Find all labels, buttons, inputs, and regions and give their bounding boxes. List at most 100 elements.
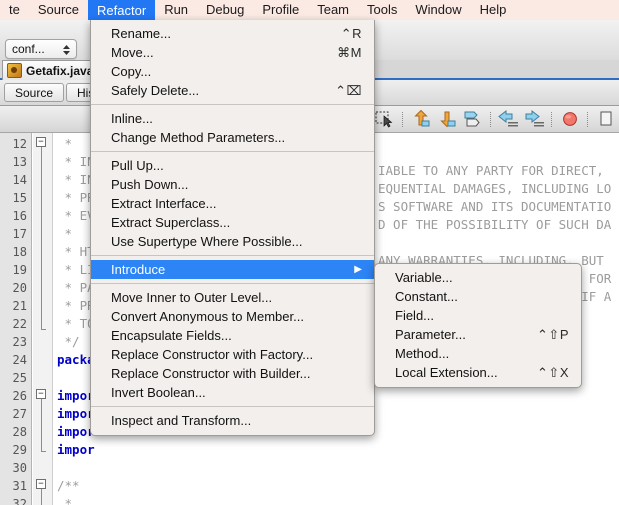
shift-down-icon[interactable] — [434, 107, 460, 131]
line-number: 17 — [12, 227, 27, 241]
code-token: impor — [57, 388, 95, 403]
tab-source[interactable]: Source — [4, 83, 65, 102]
menu-item-copy[interactable]: Copy... — [91, 62, 374, 81]
code-fold-column[interactable] — [33, 133, 53, 505]
menubar-item-window[interactable]: Window — [406, 0, 470, 20]
menubar-item-run[interactable]: Run — [155, 0, 197, 20]
menu-item-rename[interactable]: Rename... ⌃R — [91, 24, 374, 43]
menubar-item-team[interactable]: Team — [308, 0, 358, 20]
line-number: 27 — [12, 407, 27, 421]
shift-right-icon[interactable] — [521, 107, 547, 131]
menu-item-label: Invert Boolean... — [111, 385, 206, 400]
introduce-submenu[interactable]: Variable... Constant... Field... Parameter.… — [374, 263, 582, 388]
code-line: /** — [57, 477, 80, 495]
rectangular-selection-icon[interactable] — [372, 107, 398, 131]
menu-item-move[interactable]: Move... ⌘M — [91, 43, 374, 62]
code-line: * TO — [57, 315, 95, 333]
configuration-combobox[interactable]: conf... — [5, 39, 77, 59]
menu-item-label: Rename... — [111, 26, 171, 41]
line-number: 26 — [12, 389, 27, 403]
menu-item-pull-up[interactable]: Pull Up... — [91, 156, 374, 175]
toggle-comment-icon[interactable] — [460, 107, 486, 131]
toggle-breakpoint-icon[interactable] — [557, 107, 583, 131]
menubar-item-label: Run — [164, 2, 189, 17]
menu-item-replace-constructor-with-factory[interactable]: Replace Constructor with Factory... — [91, 345, 374, 364]
menu-item-change-method-parameters[interactable]: Change Method Parameters... — [91, 128, 374, 147]
line-number: 14 — [12, 173, 27, 187]
submenu-item-method[interactable]: Method... — [375, 344, 581, 363]
menu-item-shortcut: ⌃⇧X — [537, 364, 569, 380]
code-token: * — [57, 496, 73, 505]
toolbar-separator — [401, 111, 404, 127]
menu-item-label: Replace Constructor with Builder... — [111, 366, 311, 381]
menu-item-move-inner-to-outer-level[interactable]: Move Inner to Outer Level... — [91, 288, 374, 307]
menubar-item-help[interactable]: Help — [471, 0, 516, 20]
menubar-item-profile[interactable]: Profile — [253, 0, 308, 20]
configuration-stepper-icon[interactable] — [62, 43, 71, 57]
shift-up-icon[interactable] — [408, 107, 434, 131]
code-line: * PA — [57, 279, 95, 297]
code-line-right: S SOFTWARE AND ITS DOCUMENTATIO — [378, 199, 612, 214]
code-line: * EV — [57, 207, 95, 225]
code-token: * IN — [57, 154, 95, 169]
code-line: impor — [57, 423, 95, 441]
menu-item-use-supertype-where-possible[interactable]: Use Supertype Where Possible... — [91, 232, 374, 251]
menu-item-replace-constructor-with-builder[interactable]: Replace Constructor with Builder... — [91, 364, 374, 383]
submenu-item-local-extension[interactable]: Local Extension... ⌃⇧X — [375, 363, 581, 382]
bookmark-icon[interactable] — [593, 107, 619, 131]
menu-item-safely-delete[interactable]: Safely Delete... ⌃⌧ — [91, 81, 374, 100]
menubar-item-te[interactable]: te — [0, 0, 29, 20]
menu-item-invert-boolean[interactable]: Invert Boolean... — [91, 383, 374, 402]
menu-item-label: Introduce — [111, 262, 166, 277]
menu-item-encapsulate-fields[interactable]: Encapsulate Fields... — [91, 326, 374, 345]
fold-toggle-javadoc[interactable]: − — [36, 479, 46, 489]
menu-item-label: Change Method Parameters... — [111, 130, 286, 145]
menu-item-extract-superclass[interactable]: Extract Superclass... — [91, 213, 374, 232]
menu-separator — [91, 151, 374, 152]
menubar-item-debug[interactable]: Debug — [197, 0, 253, 20]
submenu-item-constant[interactable]: Constant... — [375, 287, 581, 306]
line-number: 20 — [12, 281, 27, 295]
code-token: * PR — [57, 298, 95, 313]
menubar-item-refactor[interactable]: Refactor — [88, 0, 156, 20]
fold-guide-end — [41, 329, 46, 330]
refactor-menu[interactable]: Rename... ⌃R Move... ⌘M Copy... Safely Delete… — [90, 20, 375, 436]
menu-item-shortcut: ⌘M — [337, 44, 362, 60]
menubar: te Source Refactor Run Debug Profile Team Tools… — [0, 0, 619, 20]
menu-item-inspect-and-transform[interactable]: Inspect and Transform... — [91, 411, 374, 430]
submenu-item-variable[interactable]: Variable... — [375, 268, 581, 287]
code-token: impor — [57, 424, 95, 439]
menu-item-label: Extract Interface... — [111, 196, 217, 211]
menu-item-extract-interface[interactable]: Extract Interface... — [91, 194, 374, 213]
fold-toggle-imports[interactable]: − — [36, 389, 46, 399]
menubar-item-label: Source — [37, 2, 80, 17]
toolbar-separator — [587, 111, 589, 127]
menu-item-label: Field... — [395, 308, 435, 323]
code-line: * IN — [57, 153, 95, 171]
menubar-item-label: Profile — [262, 2, 300, 17]
menu-item-label: Copy... — [111, 64, 152, 79]
shift-left-icon[interactable] — [496, 107, 522, 131]
submenu-item-field[interactable]: Field... — [375, 306, 581, 325]
code-token: /** — [57, 478, 80, 493]
menu-item-convert-anonymous-to-member[interactable]: Convert Anonymous to Member... — [91, 307, 374, 326]
menu-item-push-down[interactable]: Push Down... — [91, 175, 374, 194]
menu-item-label: Encapsulate Fields... — [111, 328, 232, 343]
code-token: * PA — [57, 280, 95, 295]
menubar-item-tools[interactable]: Tools — [358, 0, 406, 20]
code-line: * — [57, 495, 73, 505]
menu-item-introduce[interactable]: Introduce ▶ — [91, 260, 374, 279]
submenu-item-parameter[interactable]: Parameter... ⌃⇧P — [375, 325, 581, 344]
fold-toggle-comment[interactable]: − — [36, 137, 46, 147]
menu-item-label: Local Extension... — [395, 365, 498, 380]
menu-item-inline[interactable]: Inline... — [91, 109, 374, 128]
configuration-combobox-value: conf... — [12, 42, 45, 56]
menubar-item-source[interactable]: Source — [29, 0, 88, 20]
menubar-item-label: te — [9, 2, 20, 17]
menu-item-shortcut: ⌃R — [340, 25, 362, 41]
ide-window: conf... Getafix.java × Source — [0, 0, 619, 505]
code-line: impor — [57, 405, 95, 423]
menu-item-label: Extract Superclass... — [111, 215, 231, 230]
submenu-arrow-icon: ▶ — [354, 263, 362, 275]
menu-item-label: Pull Up... — [111, 158, 164, 173]
